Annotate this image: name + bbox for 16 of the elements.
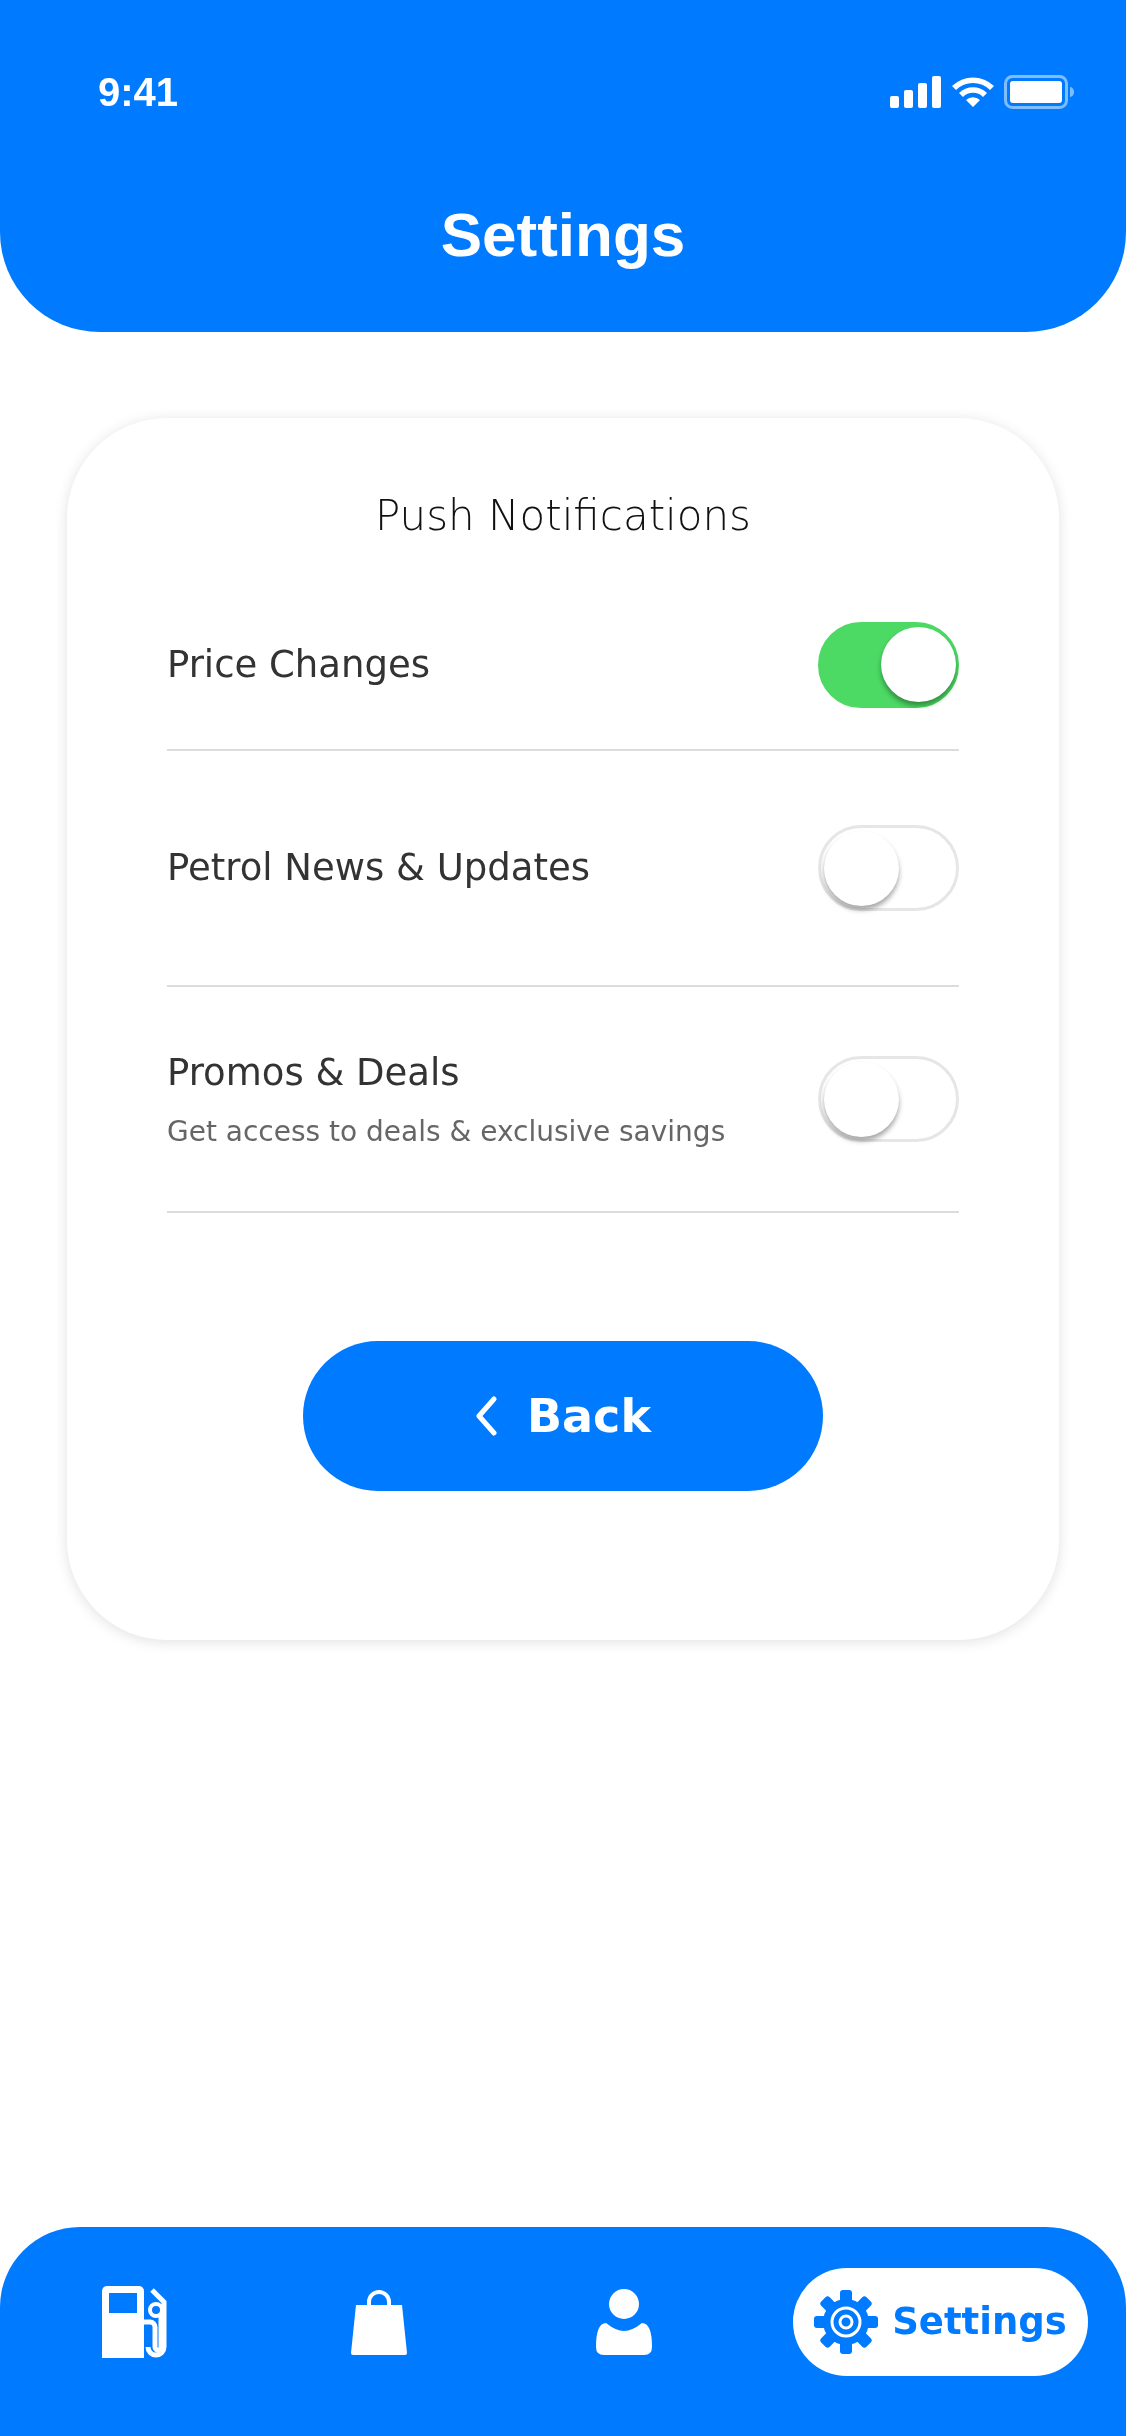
setting-description: Get access to deals & exclusive savings bbox=[167, 1113, 726, 1150]
tab-bar-item[interactable]: Settings bbox=[793, 2267, 1088, 2376]
fuel-pump-icon bbox=[102, 2285, 168, 2358]
setting-label: Price Changes bbox=[167, 642, 430, 689]
person-icon bbox=[595, 2288, 652, 2355]
back-button[interactable]: Back bbox=[303, 1341, 823, 1491]
battery-icon bbox=[1004, 75, 1074, 109]
setting-label: Promos & Deals bbox=[167, 1050, 461, 1097]
shopping-bag-icon bbox=[350, 2288, 409, 2355]
settings-icon bbox=[814, 2289, 879, 2354]
wifi-icon bbox=[950, 75, 996, 109]
signal-icon bbox=[890, 76, 942, 108]
status-time: 9:41 bbox=[98, 69, 179, 116]
setting-label: Petrol News & Updates bbox=[167, 845, 590, 892]
chevron-left-icon bbox=[475, 1396, 497, 1436]
section-title: Push Notifications bbox=[375, 491, 751, 540]
